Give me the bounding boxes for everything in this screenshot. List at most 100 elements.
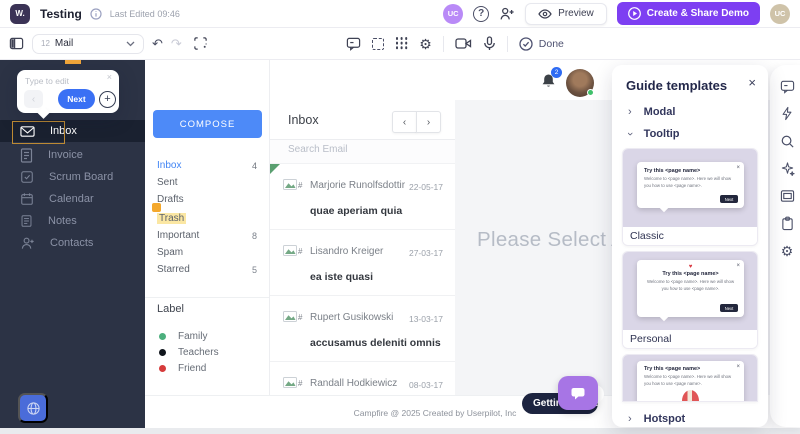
calendar-icon — [20, 192, 34, 206]
sidebar-toggle-icon[interactable] — [9, 36, 24, 51]
template-name: Personal — [623, 330, 757, 349]
prev-page-button[interactable]: ‹ — [392, 111, 417, 133]
mail-profile-avatar[interactable] — [566, 69, 594, 97]
sidebar-item-label: Calendar — [49, 193, 94, 205]
email-sender: Rupert Gusikowski — [310, 312, 393, 323]
language-globe-button[interactable] — [18, 393, 48, 423]
tooltip-bubble-icon[interactable] — [770, 76, 800, 96]
section-tooltip[interactable]: › Tooltip — [612, 123, 768, 145]
folder-drafts[interactable]: Drafts — [145, 191, 269, 208]
label-family[interactable]: Family — [145, 328, 269, 344]
search-input[interactable] — [288, 144, 438, 155]
page-number: 12 — [41, 39, 50, 48]
email-search-bar — [270, 140, 455, 164]
done-button[interactable]: Done — [519, 37, 564, 51]
template-card-balloon[interactable]: Try this <page name> × Welcome to <page … — [622, 354, 758, 402]
redo-button[interactable]: ↷ — [171, 37, 182, 50]
experience-type-strip: ⚙ — [770, 65, 800, 427]
sidebar-item-calendar[interactable]: Calendar — [0, 188, 145, 210]
capture-frame-icon[interactable] — [193, 36, 208, 51]
builder-header: W. Testing Last Edited 09:46 UC ? Previe… — [0, 0, 800, 28]
mini-next-button: Next — [720, 304, 738, 312]
mail-app-sidebar: Inbox Invoice Scrum Board — [0, 60, 145, 428]
next-page-button[interactable]: › — [416, 111, 441, 133]
back-button[interactable]: ‹ — [24, 90, 43, 108]
chat-bubble-icon — [569, 385, 587, 402]
label-teachers[interactable]: Teachers — [145, 344, 269, 360]
undo-button[interactable]: ↶ — [152, 37, 163, 50]
close-icon[interactable]: × — [748, 75, 756, 90]
template-card-personal[interactable]: ♥ × Try this <page name> Welcome to <pag… — [622, 251, 758, 349]
email-row[interactable]: # Randall Hodkiewicz 08-03-17 — [270, 362, 455, 395]
folder-trash[interactable]: Trash — [145, 210, 269, 227]
task-check-icon — [20, 170, 34, 184]
sidebar-item-label: Contacts — [50, 237, 93, 249]
email-row[interactable]: # Lisandro Kreiger 27-03-17 ea iste quas… — [270, 230, 455, 296]
email-row[interactable]: # Marjorie Runolfsdottir 22-05-17 quae a… — [270, 164, 455, 230]
collaborator-avatar[interactable]: UC — [443, 4, 463, 24]
help-icon[interactable]: ? — [473, 6, 489, 22]
notifications-bell-icon[interactable]: 2 — [541, 73, 556, 89]
gear-icon[interactable]: ⚙ — [770, 241, 800, 261]
email-sender: Randall Hodkiewicz — [310, 378, 397, 389]
sparkles-ai-icon[interactable] — [770, 159, 800, 179]
preview-button[interactable]: Preview — [525, 3, 607, 25]
tooltip-comment-icon[interactable] — [346, 36, 361, 51]
email-sender: Lisandro Kreiger — [310, 246, 383, 257]
notes-icon — [20, 214, 33, 228]
email-date: 22-05-17 — [409, 182, 443, 192]
section-modal[interactable]: › Modal — [612, 101, 768, 123]
label-color-dot — [159, 333, 166, 340]
create-share-demo-label: Create & Share Demo — [647, 8, 749, 19]
modal-icon[interactable] — [770, 186, 800, 206]
folder-list: Inbox 4 Sent Drafts Trash — [145, 157, 269, 278]
email-subject: quae aperiam quia — [310, 205, 402, 217]
sidebar-item-contacts[interactable]: Contacts — [0, 232, 145, 254]
page-selector-dropdown[interactable]: 12 Mail — [32, 34, 144, 54]
sidebar-item-label: Notes — [48, 215, 77, 227]
tooltip-editor-popup[interactable]: Type to edit × ‹ Next + — [17, 70, 119, 113]
template-preview: ♥ × Try this <page name> Welcome to <pag… — [623, 252, 757, 330]
chat-launcher-button[interactable] — [558, 376, 598, 410]
invite-user-icon[interactable] — [499, 6, 515, 22]
sidebar-item-invoice[interactable]: Invoice — [0, 144, 145, 166]
next-button[interactable]: Next — [58, 89, 95, 109]
label-friend[interactable]: Friend — [145, 360, 269, 376]
mail-folder-column: COMPOSE Inbox 4 Sent Drafts — [145, 60, 270, 428]
hotspot-beacon[interactable] — [152, 203, 161, 212]
info-icon — [90, 8, 102, 20]
chevron-down-icon: › — [624, 132, 636, 136]
section-hotspot[interactable]: › Hotspot — [612, 408, 768, 430]
folder-spam[interactable]: Spam — [145, 244, 269, 261]
gear-icon[interactable]: ⚙ — [419, 37, 432, 51]
selection-area-icon[interactable] — [372, 38, 384, 50]
folder-inbox[interactable]: Inbox 4 — [145, 157, 269, 174]
grid-dots-icon[interactable] — [396, 37, 398, 39]
sidebar-item-scrum-board[interactable]: Scrum Board — [0, 166, 145, 188]
tooltip-text-placeholder[interactable]: Type to edit — [25, 76, 69, 86]
create-share-demo-button[interactable]: Create & Share Demo — [617, 2, 760, 25]
workspace-logo[interactable]: W. — [10, 4, 30, 24]
email-date: 13-03-17 — [409, 314, 443, 324]
sidebar-item-notes[interactable]: Notes — [0, 210, 145, 232]
close-icon[interactable]: × — [107, 72, 112, 82]
email-rows: # Marjorie Runolfsdottir 22-05-17 quae a… — [270, 164, 455, 395]
folder-important[interactable]: Important 8 — [145, 227, 269, 244]
microphone-icon[interactable] — [483, 36, 496, 51]
email-subject: ea iste quasi — [310, 271, 373, 283]
play-icon — [628, 7, 641, 20]
compose-button[interactable]: COMPOSE — [153, 110, 262, 138]
folder-starred[interactable]: Starred 5 — [145, 261, 269, 278]
add-step-button[interactable]: + — [99, 91, 116, 108]
user-avatar[interactable]: UC — [770, 4, 790, 24]
done-label: Done — [539, 38, 564, 50]
template-card-classic[interactable]: Try this <page name> × Welcome to <page … — [622, 148, 758, 246]
flash-icon[interactable] — [770, 104, 800, 124]
folder-sent[interactable]: Sent — [145, 174, 269, 191]
close-icon: × — [736, 364, 740, 370]
video-camera-icon[interactable] — [455, 37, 472, 50]
search-icon[interactable] — [770, 131, 800, 151]
divider — [145, 297, 269, 298]
email-row[interactable]: # Rupert Gusikowski 13-03-17 accusamus d… — [270, 296, 455, 362]
clipboard-icon[interactable] — [770, 214, 800, 234]
